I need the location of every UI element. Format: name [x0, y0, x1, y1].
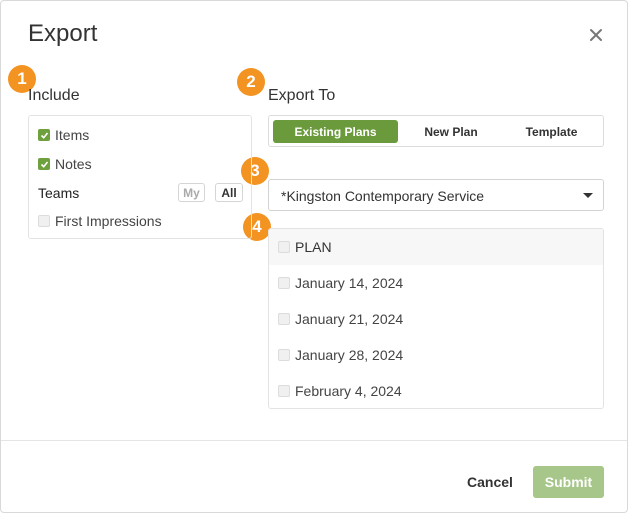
include-notes-checkbox[interactable]: Notes [38, 156, 92, 172]
include-notes-label: Notes [55, 156, 92, 172]
checkbox-unchecked-icon [278, 313, 290, 325]
tab-existing-plans[interactable]: Existing Plans [273, 120, 398, 143]
plan-row[interactable]: February 4, 2024 [269, 373, 603, 408]
close-button[interactable] [584, 23, 608, 47]
checkbox-unchecked-icon [278, 349, 290, 361]
chevron-down-icon [583, 193, 593, 198]
plans-header-label: PLAN [295, 239, 332, 255]
checkbox-checked-icon [38, 158, 50, 170]
include-options: Items Notes Teams My All First Impressio… [28, 115, 252, 239]
plans-list: PLAN January 14, 2024 January 21, 2024 J… [268, 228, 604, 409]
plan-date: February 4, 2024 [295, 383, 402, 399]
first-impressions-checkbox[interactable]: First Impressions [38, 213, 162, 229]
export-dialog: Export 1 2 3 4 Include Items Notes Teams… [0, 0, 628, 513]
close-icon [590, 29, 602, 41]
submit-button[interactable]: Submit [533, 466, 604, 498]
teams-all-button[interactable]: All [215, 183, 243, 202]
checkbox-unchecked-icon [278, 277, 290, 289]
plan-row[interactable]: January 21, 2024 [269, 301, 603, 337]
tab-new-plan[interactable]: New Plan [398, 120, 504, 143]
teams-row: Teams My All [38, 183, 244, 203]
export-to-label: Export To [268, 87, 336, 104]
plan-date: January 21, 2024 [295, 311, 404, 327]
plan-row[interactable]: January 14, 2024 [269, 265, 603, 301]
tab-template[interactable]: Template [504, 120, 599, 143]
plan-date: January 14, 2024 [295, 275, 404, 291]
cancel-button[interactable]: Cancel [461, 466, 519, 498]
checkbox-unchecked-icon [278, 385, 290, 397]
teams-label: Teams [38, 185, 80, 201]
include-items-label: Items [55, 127, 90, 143]
dialog-title: Export [28, 20, 98, 47]
service-type-value: *Kingston Contemporary Service [281, 188, 485, 204]
plan-row[interactable]: January 28, 2024 [269, 337, 603, 373]
service-type-select[interactable]: *Kingston Contemporary Service [268, 179, 604, 211]
include-items-checkbox[interactable]: Items [38, 127, 89, 143]
first-impressions-label: First Impressions [55, 213, 162, 229]
footer-divider [1, 440, 627, 441]
teams-my-button[interactable]: My [178, 183, 205, 202]
export-target-tabs: Existing Plans New Plan Template [268, 115, 604, 147]
checkbox-unchecked-icon [38, 215, 50, 227]
checkbox-checked-icon [38, 129, 50, 141]
step-badge-2: 2 [237, 68, 265, 96]
include-label: Include [28, 87, 80, 104]
plans-header-checkbox[interactable]: PLAN [269, 229, 603, 265]
checkbox-unchecked-icon [278, 241, 290, 253]
plan-date: January 28, 2024 [295, 347, 404, 363]
